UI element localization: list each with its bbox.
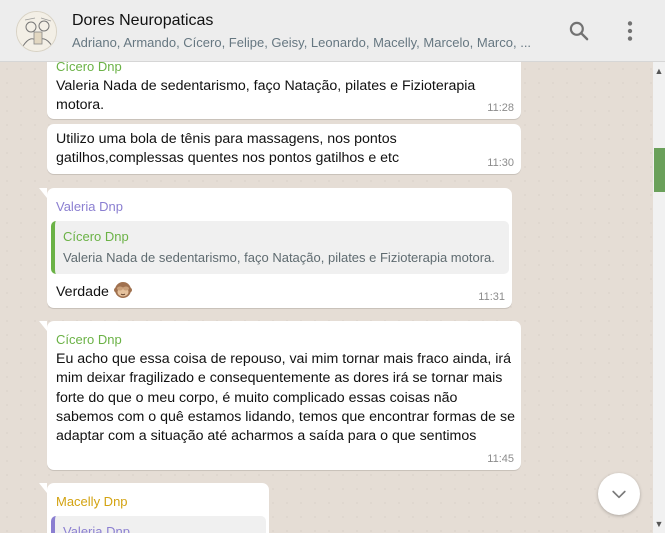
menu-button[interactable] — [617, 18, 643, 44]
message-time: 11:31 — [478, 291, 505, 303]
message-bubble[interactable]: Utilizo uma bola de tênis para massagens… — [47, 124, 521, 174]
message-time: 11:30 — [487, 157, 514, 169]
message-sender: Valeria Dnp — [56, 199, 123, 214]
quoted-message[interactable]: Valeria Dnp — [51, 516, 266, 533]
scroll-up-arrow[interactable]: ▲ — [653, 64, 665, 78]
message-text: Valeria Nada de sedentarismo, faço Nataç… — [56, 78, 476, 114]
chat-header: Dores Neuropaticas Adriano, Armando, Cíc… — [0, 0, 665, 62]
message-list[interactable]: Cícero Dnp Valeria Nada de sedentarismo,… — [0, 62, 653, 533]
message-bubble[interactable]: Cícero Dnp Valeria Nada de sedentarismo,… — [47, 62, 521, 119]
message-time: 11:28 — [487, 102, 514, 114]
kebab-menu-icon — [627, 21, 633, 41]
message-bubble[interactable]: Valeria Dnp Cícero Dnp Valeria Nada de s… — [39, 188, 512, 308]
group-avatar-illustration — [17, 12, 56, 51]
message-bubble[interactable]: Macelly Dnp Valeria Dnp — [39, 483, 269, 533]
message-text: Utilizo uma bola de tênis para massagens… — [56, 131, 400, 167]
unread-indicator — [654, 148, 665, 192]
see-no-evil-monkey-icon — [113, 282, 132, 298]
chevron-down-icon — [612, 490, 626, 499]
message-text: Eu acho que essa coisa de repouso, vai m… — [56, 351, 515, 445]
quoted-sender: Cícero Dnp — [63, 229, 129, 244]
group-avatar[interactable] — [16, 11, 57, 52]
scroll-down-arrow[interactable]: ▼ — [653, 517, 665, 531]
quoted-sender: Valeria Dnp — [63, 524, 130, 533]
search-button[interactable] — [566, 18, 592, 44]
quoted-text: Valeria Nada de sedentarismo, faço Nataç… — [63, 250, 495, 265]
group-title: Dores Neuropaticas — [72, 12, 214, 29]
message-sender: Cícero Dnp — [56, 332, 122, 347]
quoted-message[interactable]: Cícero Dnp Valeria Nada de sedentarismo,… — [51, 221, 509, 274]
group-participants: Adriano, Armando, Cícero, Felipe, Geisy,… — [72, 35, 532, 50]
message-text-row: Verdade — [56, 280, 504, 302]
message-sender: Cícero Dnp — [56, 62, 122, 74]
scroll-to-bottom-button[interactable] — [598, 473, 640, 515]
scrollbar[interactable]: ▲ ▼ — [653, 62, 665, 533]
message-bubble[interactable]: Cícero Dnp Eu acho que essa coisa de rep… — [39, 321, 521, 470]
message-text: Verdade — [56, 284, 109, 300]
message-time: 11:45 — [487, 453, 514, 465]
message-sender: Macelly Dnp — [56, 494, 128, 509]
search-icon — [569, 21, 589, 41]
